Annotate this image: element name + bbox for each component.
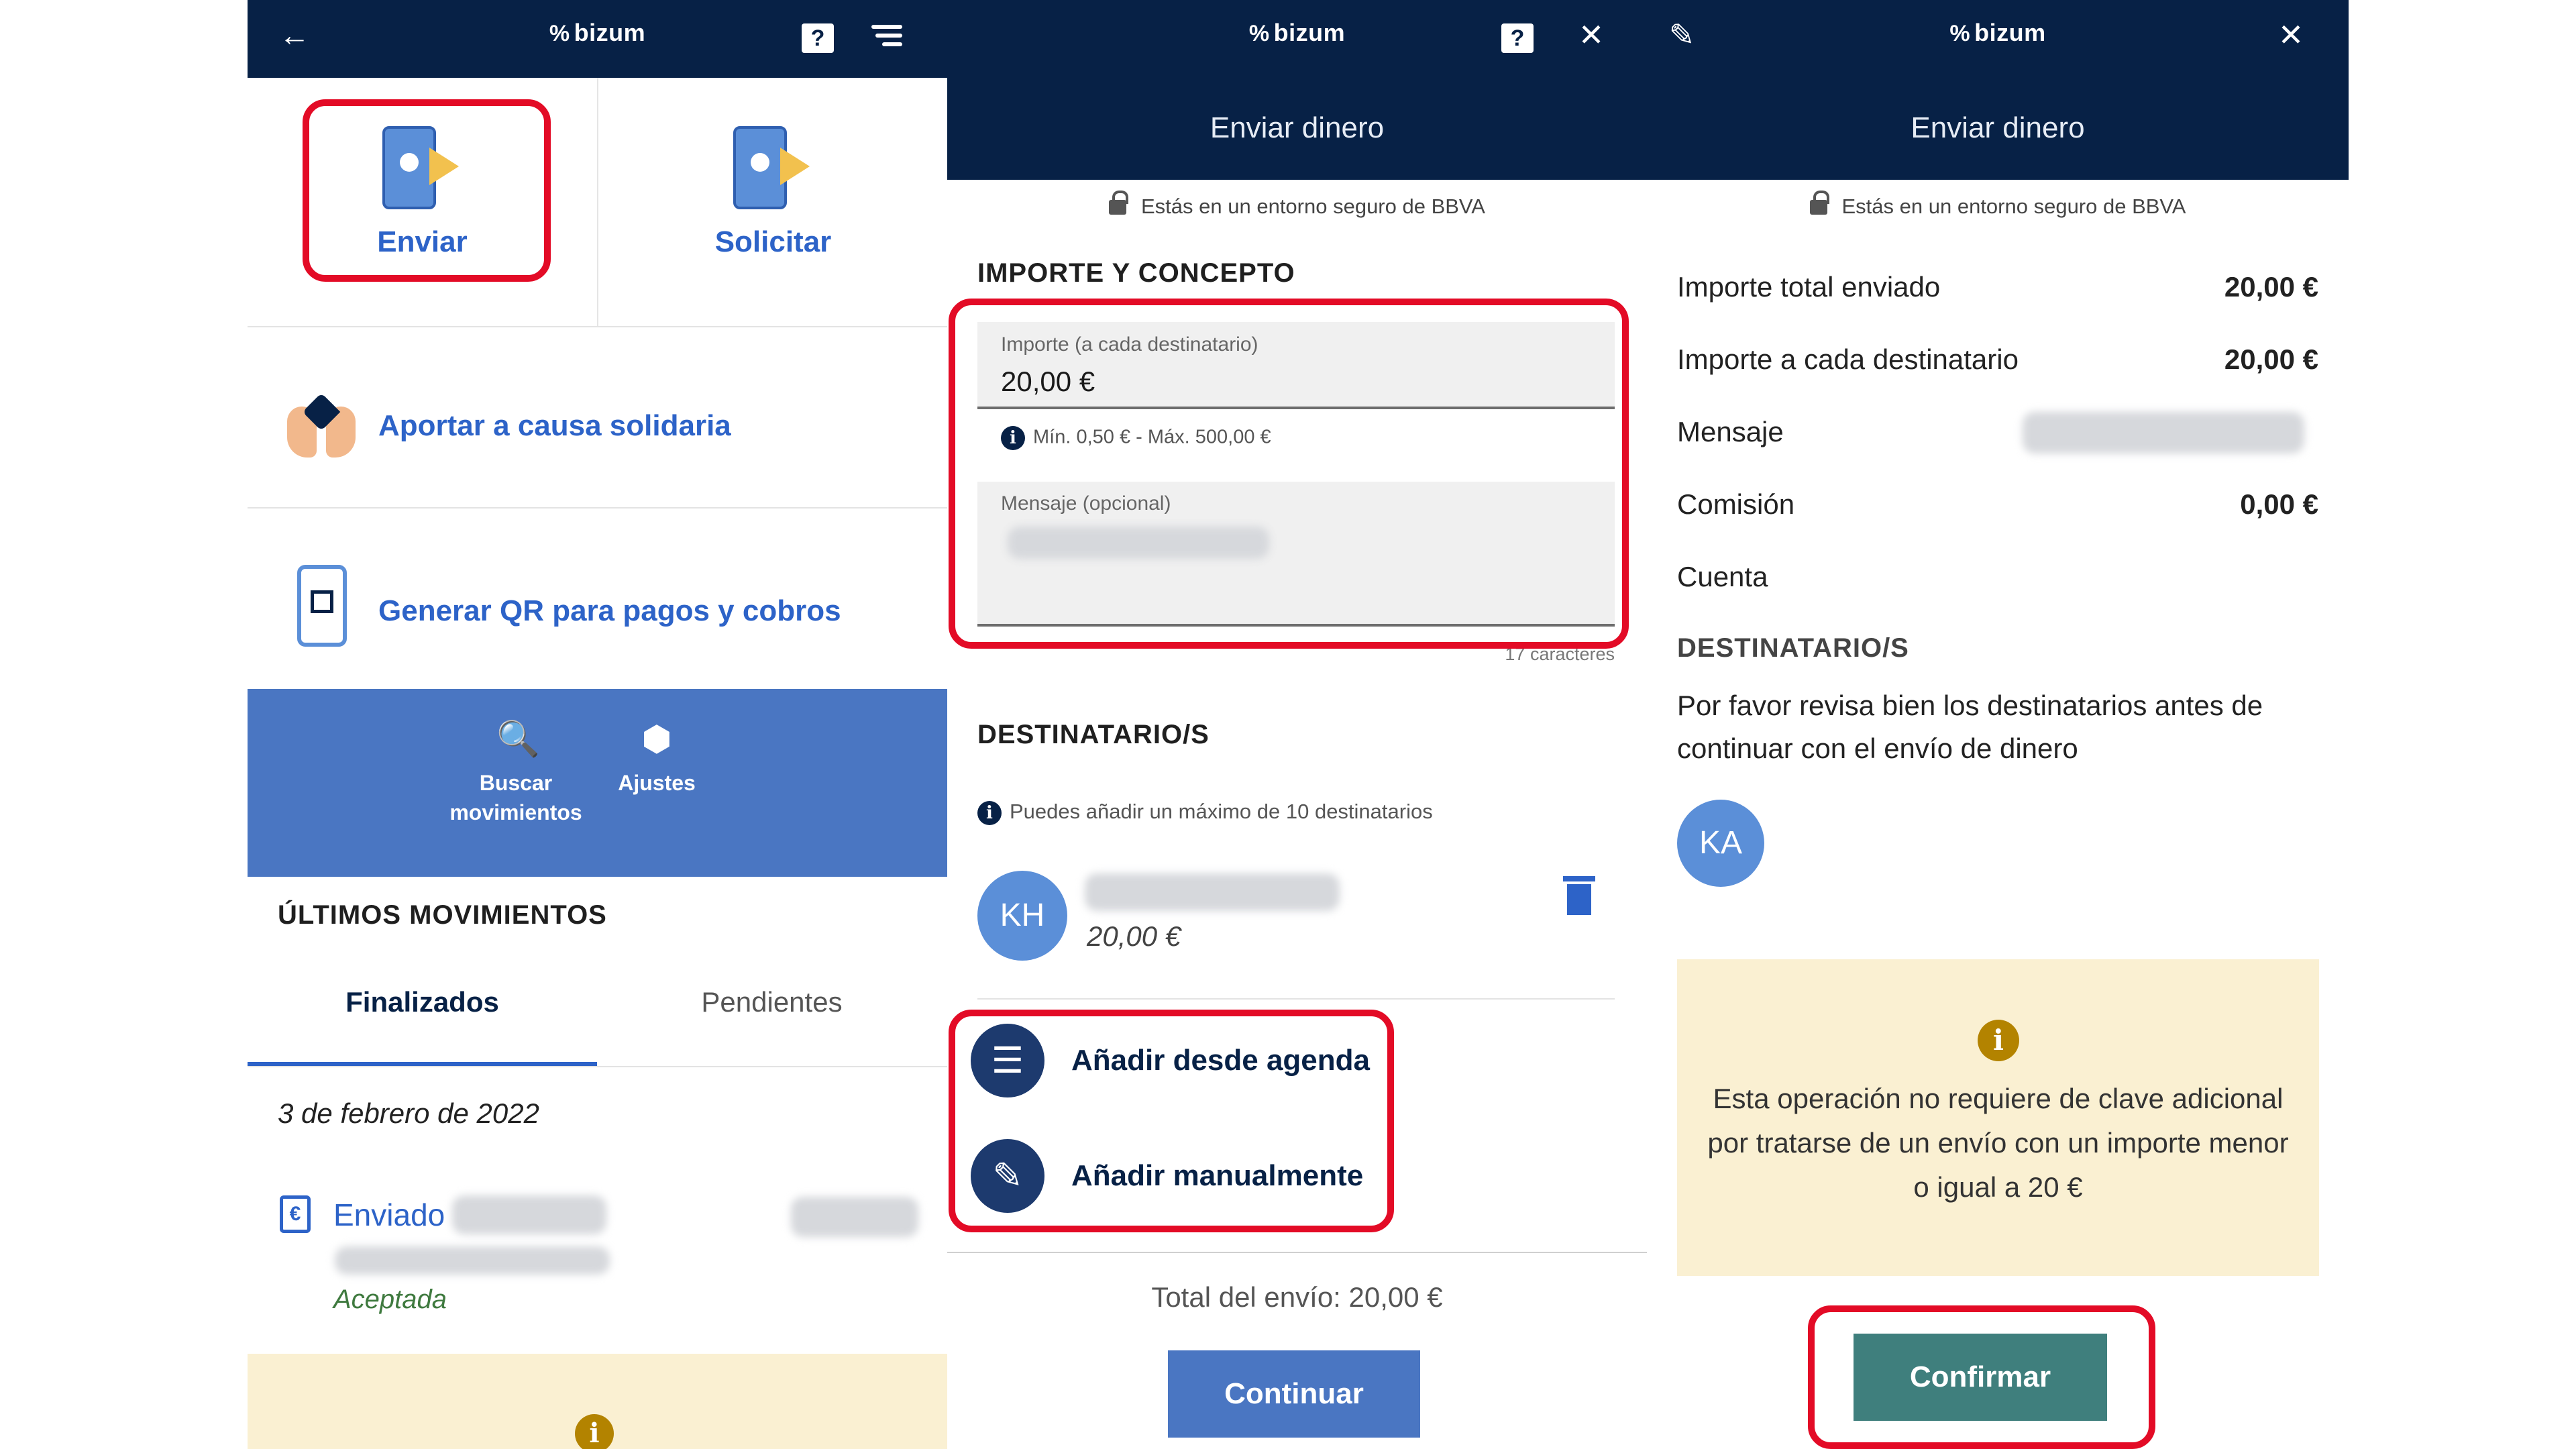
redacted-recipient-name — [1085, 873, 1340, 911]
help-icon[interactable]: ? — [1497, 15, 1538, 55]
page-title: Enviar dinero — [1210, 111, 1385, 144]
arrow-left-icon[interactable]: ← — [274, 15, 315, 55]
close-icon[interactable]: ✕ — [2271, 15, 2311, 55]
highlight-confirm — [1808, 1305, 2155, 1449]
avatar: KH — [977, 871, 1067, 961]
charity-label: Aportar a causa solidaria — [378, 409, 731, 442]
amount-section-title: IMPORTE Y CONCEPTO — [977, 258, 1295, 288]
redacted-message — [2023, 412, 2304, 453]
movements-title: ÚLTIMOS MOVIMIENTOS — [278, 900, 607, 930]
quick-actions-bar: 🔍 Buscar movimientos ⬢ Ajustes — [248, 689, 947, 877]
lock-icon — [1809, 191, 1829, 215]
recipients-section-title: DESTINATARIO/S — [977, 720, 1210, 749]
info-icon: i — [977, 800, 1002, 825]
redacted-amount — [791, 1197, 918, 1237]
confirm-panel: ✎ % bizum ✕ Enviar dinero Estás en un ent… — [1647, 0, 2349, 1449]
bizum-home-panel: ← % bizum ? Enviar Solicitar Aportar a ca… — [248, 0, 947, 1449]
send-money-form-panel: % bizum ? ✕ Enviar dinero Estás en un ent… — [947, 0, 1647, 1449]
avatar: KA — [1677, 800, 1764, 887]
gear-icon: ⬢ — [641, 720, 672, 759]
continue-button[interactable]: Continuar — [1168, 1350, 1420, 1438]
help-icon[interactable]: ? — [798, 15, 838, 55]
phone-request-icon — [733, 126, 787, 209]
search-document-icon: 🔍 — [496, 720, 540, 759]
qr-phone-icon — [297, 565, 347, 647]
review-text: Por favor revisa bien los destinatarios … — [1677, 690, 2263, 764]
redacted-recipient — [452, 1195, 606, 1234]
movement-date: 3 de febrero de 2022 — [278, 1097, 539, 1129]
bizum-logo: % bizum — [1248, 19, 1346, 46]
pencil-icon[interactable]: ✎ — [1662, 15, 1702, 55]
notice-footer: i — [248, 1354, 947, 1449]
euro-transfer-icon: € — [280, 1195, 311, 1233]
charity-hands-icon — [284, 386, 358, 460]
total-amount: Total del envío: 20,00 € — [1151, 1281, 1443, 1313]
close-icon[interactable]: ✕ — [1571, 15, 1611, 55]
movement-status: Aceptada — [333, 1285, 447, 1314]
tab-finalized[interactable]: Finalizados — [248, 986, 597, 1018]
notice-card: i Esta operación no requiere de clave ad… — [1677, 959, 2319, 1276]
info-icon: i — [575, 1414, 614, 1449]
request-tile[interactable]: Solicitar — [598, 78, 947, 326]
lock-icon — [1109, 191, 1128, 215]
page-title: Enviar dinero — [1911, 111, 2085, 144]
redacted-detail — [335, 1246, 610, 1275]
settings-button[interactable]: ⬢ Ajustes — [603, 720, 710, 798]
summary-row: Importe total enviado 20,00 € — [1677, 271, 2318, 303]
tab-pending[interactable]: Pendientes — [597, 986, 947, 1018]
info-icon: i — [1978, 1020, 2019, 1061]
trash-icon[interactable] — [1563, 876, 1595, 915]
hamburger-icon[interactable] — [871, 20, 902, 60]
top-bar: ← % bizum ? — [248, 0, 947, 78]
recipient-amount: 20,00 € — [1087, 920, 1181, 952]
bizum-logo: % bizum — [549, 19, 646, 46]
qr-label: Generar QR para pagos y cobros — [378, 594, 841, 627]
secure-notice: Estás en un entorno seguro de BBVA — [947, 191, 1647, 219]
summary-row: Cuenta — [1677, 561, 1768, 592]
secure-notice: Estás en un entorno seguro de BBVA — [1647, 191, 2349, 219]
movement-type[interactable]: Enviado — [333, 1197, 445, 1233]
charity-link[interactable]: Aportar a causa solidaria — [248, 326, 947, 507]
top-bar: ✎ % bizum ✕ Enviar dinero — [1647, 0, 2349, 180]
bizum-logo: % bizum — [1949, 19, 2046, 46]
summary-row: Importe a cada destinatario 20,00 € — [1677, 343, 2318, 375]
highlight-send — [303, 99, 551, 282]
notice-text: Esta operación no requiere de clave adic… — [1707, 1083, 2289, 1203]
highlight-add-recipient — [949, 1010, 1394, 1232]
recipients-section-title: DESTINATARIO/S — [1677, 633, 1909, 663]
recipients-info: i Puedes añadir un máximo de 10 destinata… — [977, 800, 1433, 825]
highlight-amount — [949, 299, 1629, 649]
top-bar: % bizum ? ✕ Enviar dinero — [947, 0, 1647, 180]
summary-row: Comisión 0,00 € — [1677, 488, 2318, 520]
search-movements-button[interactable]: 🔍 Buscar movimientos — [442, 720, 590, 827]
request-label: Solicitar — [714, 225, 832, 258]
qr-link[interactable]: Generar QR para pagos y cobros — [248, 507, 947, 688]
